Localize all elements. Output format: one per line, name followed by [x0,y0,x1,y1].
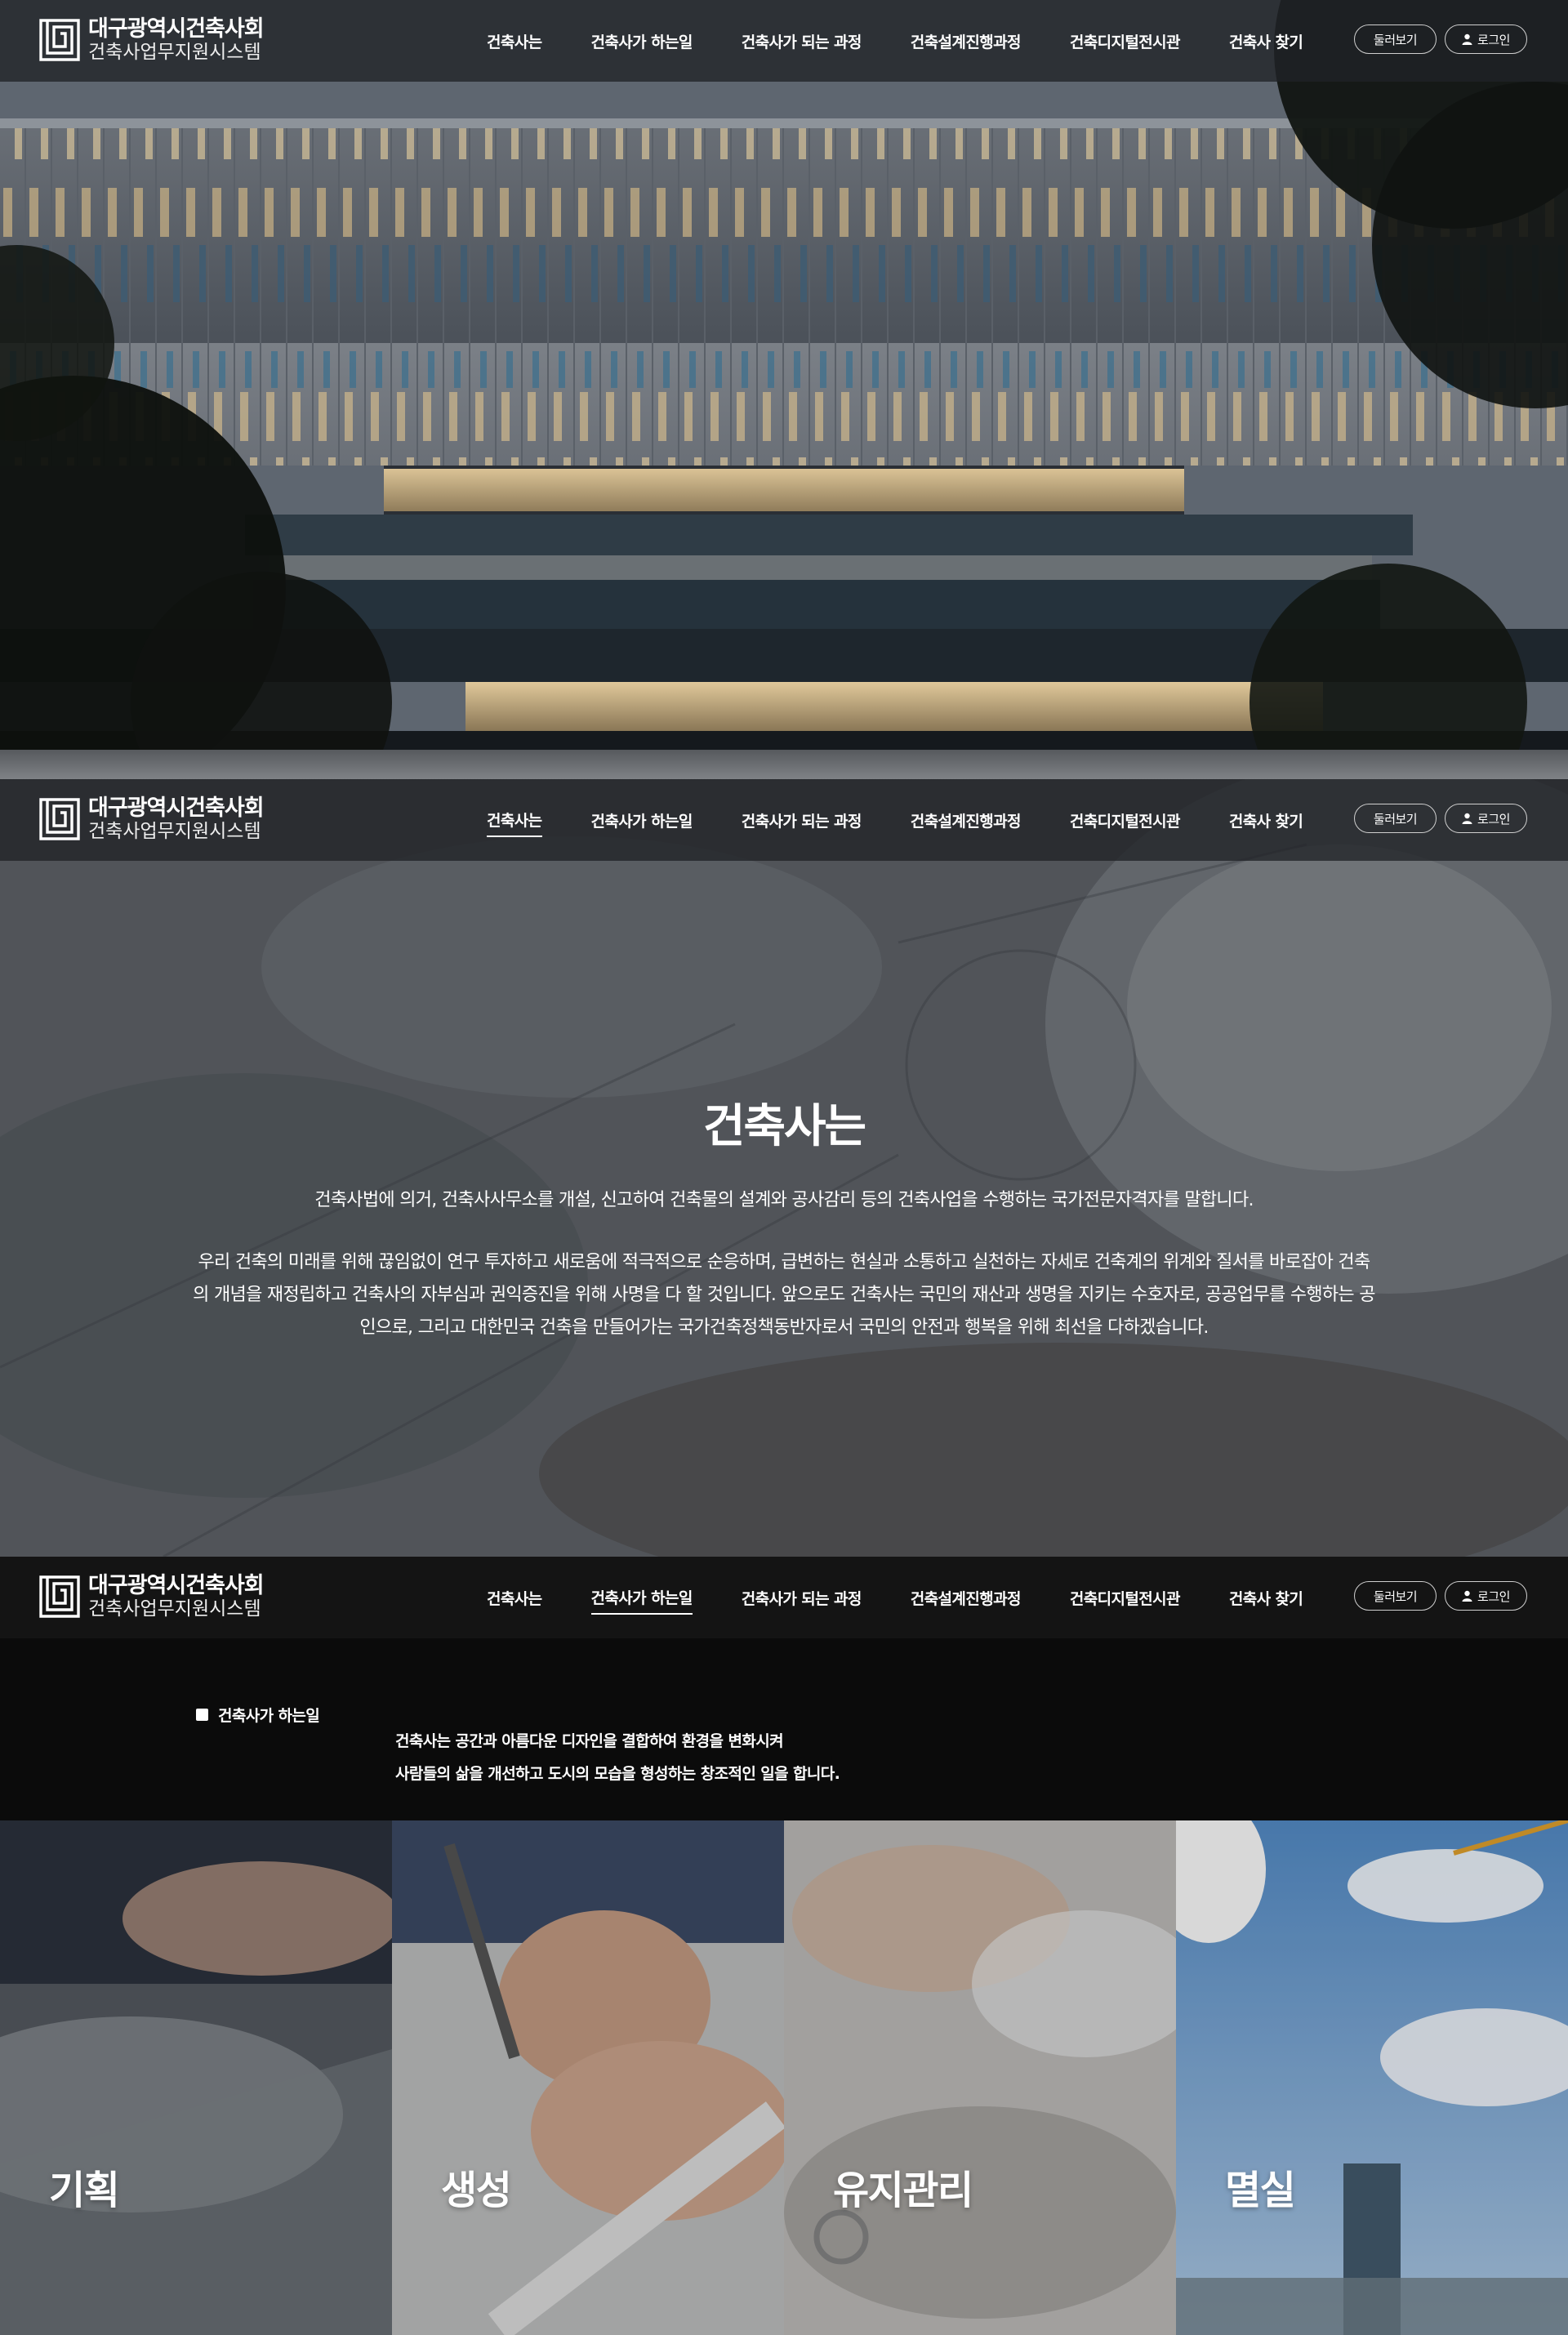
nav-item-digital-gallery[interactable]: 건축디지털전시관 [1070,1582,1181,1614]
login-label: 로그인 [1477,1589,1510,1604]
logo-subtitle: 건축사업무지원시스템 [88,821,261,843]
card-maintenance[interactable]: 유지관리 [784,1820,1176,2335]
section-divider [0,750,1568,779]
work-cards: 기획 생성 유지관리 멸실 [0,1820,1568,2335]
intro-title: 건축사는 [702,1100,866,1153]
nav-item-digital-gallery[interactable]: 건축디지털전시관 [1070,25,1181,57]
site-logo[interactable]: 대구광역시건축사회 건축사업무지원시스템 [39,795,265,843]
main-nav: 건축사는 건축사가 하는일 건축사가 되는 과정 건축설계진행과정 건축디지털전… [487,0,1352,82]
main-nav: 건축사는 건축사가 하는일 건축사가 되는 과정 건축설계진행과정 건축디지털전… [487,1557,1352,1638]
nav-item-find-architect[interactable]: 건축사 찾기 [1229,25,1303,57]
site-header-intro: 대구광역시건축사회 건축사업무지원시스템 건축사는 건축사가 하는일 건축사가 … [0,779,1568,861]
user-icon [1462,33,1472,45]
planning-image [0,1820,392,2335]
site-header-work: 대구광역시건축사회 건축사업무지원시스템 건축사는 건축사가 하는일 건축사가 … [0,1557,1568,1638]
work-desc-line-2: 사람들의 삶을 개선하고 도시의 모습을 형성하는 창조적인 일을 합니다. [395,1765,840,1783]
login-button[interactable]: 로그인 [1445,1581,1527,1611]
nav-item-process[interactable]: 건축사가 되는 과정 [742,804,862,836]
nav-item-digital-gallery[interactable]: 건축디지털전시관 [1070,804,1181,836]
work-section: 건축사가 하는일 건축사는 공간과 아름다운 디자인을 결합하여 환경을 변화시… [0,1557,1568,2335]
work-desc-line-1: 건축사는 공간과 아름다운 디자인을 결합하여 환경을 변화시켜 [395,1732,784,1750]
hero-building-image [0,0,1568,750]
nav-item-design-process[interactable]: 건축설계진행과정 [911,804,1022,836]
nav-item-process[interactable]: 건축사가 되는 과정 [742,1582,862,1614]
nav-item-architect[interactable]: 건축사는 [487,1582,542,1614]
square-bullet-icon [196,1709,208,1721]
work-description: 건축사는 공간과 아름다운 디자인을 결합하여 환경을 변화시켜 사람들의 삶을… [395,1725,840,1790]
intro-body: 우리 건축의 미래를 위해 끊임없이 연구 투자하고 새로움에 적극적으로 순응… [193,1252,1375,1338]
logo-subtitle: 건축사업무지원시스템 [88,1598,261,1620]
hero-section [0,0,1568,750]
login-label: 로그인 [1477,811,1510,827]
main-nav: 건축사는 건축사가 하는일 건축사가 되는 과정 건축설계진행과정 건축디지털전… [487,779,1352,861]
nav-item-work[interactable]: 건축사가 하는일 [590,1581,693,1615]
tour-button[interactable]: 둘러보기 [1354,1581,1437,1611]
login-label: 로그인 [1477,32,1510,47]
logo-maze-icon [39,19,80,61]
login-button[interactable]: 로그인 [1445,804,1527,833]
card-creation[interactable]: 생성 [392,1820,784,2335]
work-tag-label: 건축사가 하는일 [218,1707,320,1725]
nav-item-architect[interactable]: 건축사는 [487,25,542,57]
maintenance-image [784,1820,1176,2335]
site-header: 대구광역시건축사회 건축사업무지원시스템 건축사는 건축사가 하는일 건축사가 … [0,0,1568,82]
logo-title: 대구광역시건축사회 [88,16,265,42]
nav-item-work[interactable]: 건축사가 하는일 [591,804,693,836]
logo-maze-icon [39,1575,80,1618]
nav-item-find-architect[interactable]: 건축사 찾기 [1229,804,1303,836]
card-demolition[interactable]: 멸실 [1176,1820,1568,2335]
logo-title: 대구광역시건축사회 [88,1573,265,1598]
intro-section: 건축사는 건축사법에 의거, 건축사사무소를 개설, 신고하여 건축물의 설계와… [0,779,1568,1557]
logo-maze-icon [39,798,80,840]
nav-item-design-process[interactable]: 건축설계진행과정 [911,1582,1022,1614]
user-icon [1462,1590,1472,1602]
logo-subtitle: 건축사업무지원시스템 [88,42,261,64]
tour-button[interactable]: 둘러보기 [1354,25,1437,54]
site-logo[interactable]: 대구광역시건축사회 건축사업무지원시스템 [39,1573,265,1620]
tour-button[interactable]: 둘러보기 [1354,804,1437,833]
user-icon [1462,813,1472,824]
card-maintenance-label: 유지관리 [833,2168,973,2213]
work-section-tag: 건축사가 하는일 [196,1704,320,1726]
card-creation-label: 생성 [441,2168,512,2213]
intro-lead: 건축사법에 의거, 건축사사무소를 개설, 신고하여 건축물의 설계와 공사감리… [314,1190,1254,1210]
nav-item-find-architect[interactable]: 건축사 찾기 [1229,1582,1303,1614]
site-logo[interactable]: 대구광역시건축사회 건축사업무지원시스템 [39,16,265,64]
logo-title: 대구광역시건축사회 [88,795,265,821]
card-demolition-label: 멸실 [1225,2168,1296,2213]
creation-image [392,1820,784,2335]
card-planning-label: 기획 [49,2168,120,2213]
login-button[interactable]: 로그인 [1445,25,1527,54]
blueprint-background-image [0,779,1568,1557]
card-planning[interactable]: 기획 [0,1820,392,2335]
nav-item-process[interactable]: 건축사가 되는 과정 [742,25,862,57]
nav-item-design-process[interactable]: 건축설계진행과정 [911,25,1022,57]
nav-item-architect[interactable]: 건축사는 [487,804,542,837]
demolition-image [1176,1820,1568,2335]
nav-item-work[interactable]: 건축사가 하는일 [591,25,693,57]
